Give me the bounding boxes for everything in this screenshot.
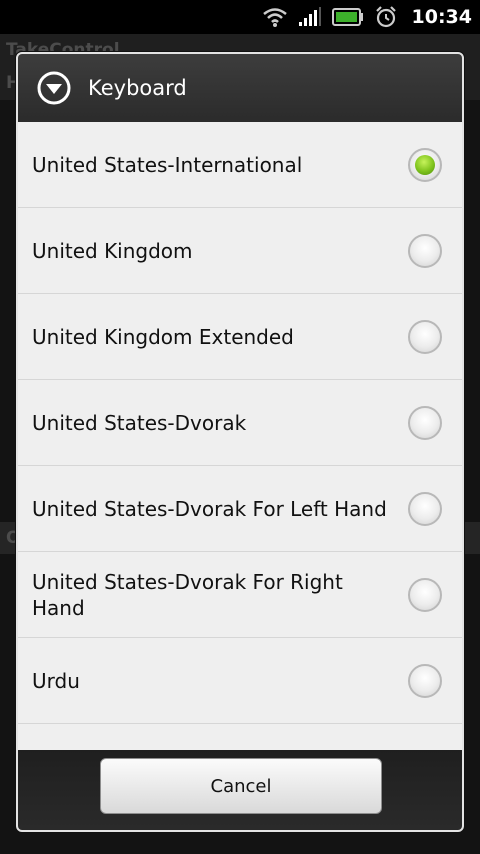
status-bar: 10:34: [0, 0, 480, 34]
alarm-icon: [374, 5, 398, 29]
signal-icon: [298, 7, 322, 27]
radio-dot-icon: [415, 154, 435, 175]
option-label: United States-Dvorak: [32, 410, 247, 435]
chevron-down-circle-icon: [36, 70, 72, 106]
radio-unselected[interactable]: [408, 319, 442, 354]
keyboard-option-list[interactable]: United States-International United Kingd…: [18, 122, 462, 754]
option-label: United Kingdom Extended: [32, 324, 294, 349]
dialog-footer: Cancel: [18, 750, 462, 830]
option-row-us-dvorak-left[interactable]: United States-Dvorak For Left Hand: [18, 466, 462, 552]
radio-unselected[interactable]: [408, 405, 442, 440]
option-row-us-international[interactable]: United States-International: [18, 122, 462, 208]
option-row-urdu[interactable]: Urdu: [18, 638, 462, 724]
status-clock: 10:34: [411, 6, 472, 28]
radio-unselected[interactable]: [408, 233, 442, 268]
radio-selected[interactable]: [408, 147, 442, 182]
option-label: United States-Dvorak For Right Hand: [32, 569, 343, 620]
keyboard-dialog: Keyboard United States-International Uni…: [16, 52, 464, 832]
cancel-button[interactable]: Cancel: [100, 758, 382, 814]
option-row-us-dvorak[interactable]: United States-Dvorak: [18, 380, 462, 466]
option-row-us-dvorak-right[interactable]: United States-Dvorak For Right Hand: [18, 552, 462, 638]
option-label: United Kingdom: [32, 238, 193, 263]
dialog-header: Keyboard: [18, 54, 462, 122]
option-label: United States-International: [32, 152, 303, 177]
radio-unselected[interactable]: [408, 491, 442, 526]
radio-unselected[interactable]: [408, 663, 442, 698]
option-row-uk[interactable]: United Kingdom: [18, 208, 462, 294]
option-label: United States-Dvorak For Left Hand: [32, 496, 387, 521]
option-label: Urdu: [32, 668, 80, 693]
radio-unselected[interactable]: [408, 577, 442, 612]
dialog-title: Keyboard: [88, 76, 187, 100]
battery-icon: [331, 8, 364, 26]
wifi-icon: [262, 6, 288, 28]
option-row-uk-extended[interactable]: United Kingdom Extended: [18, 294, 462, 380]
